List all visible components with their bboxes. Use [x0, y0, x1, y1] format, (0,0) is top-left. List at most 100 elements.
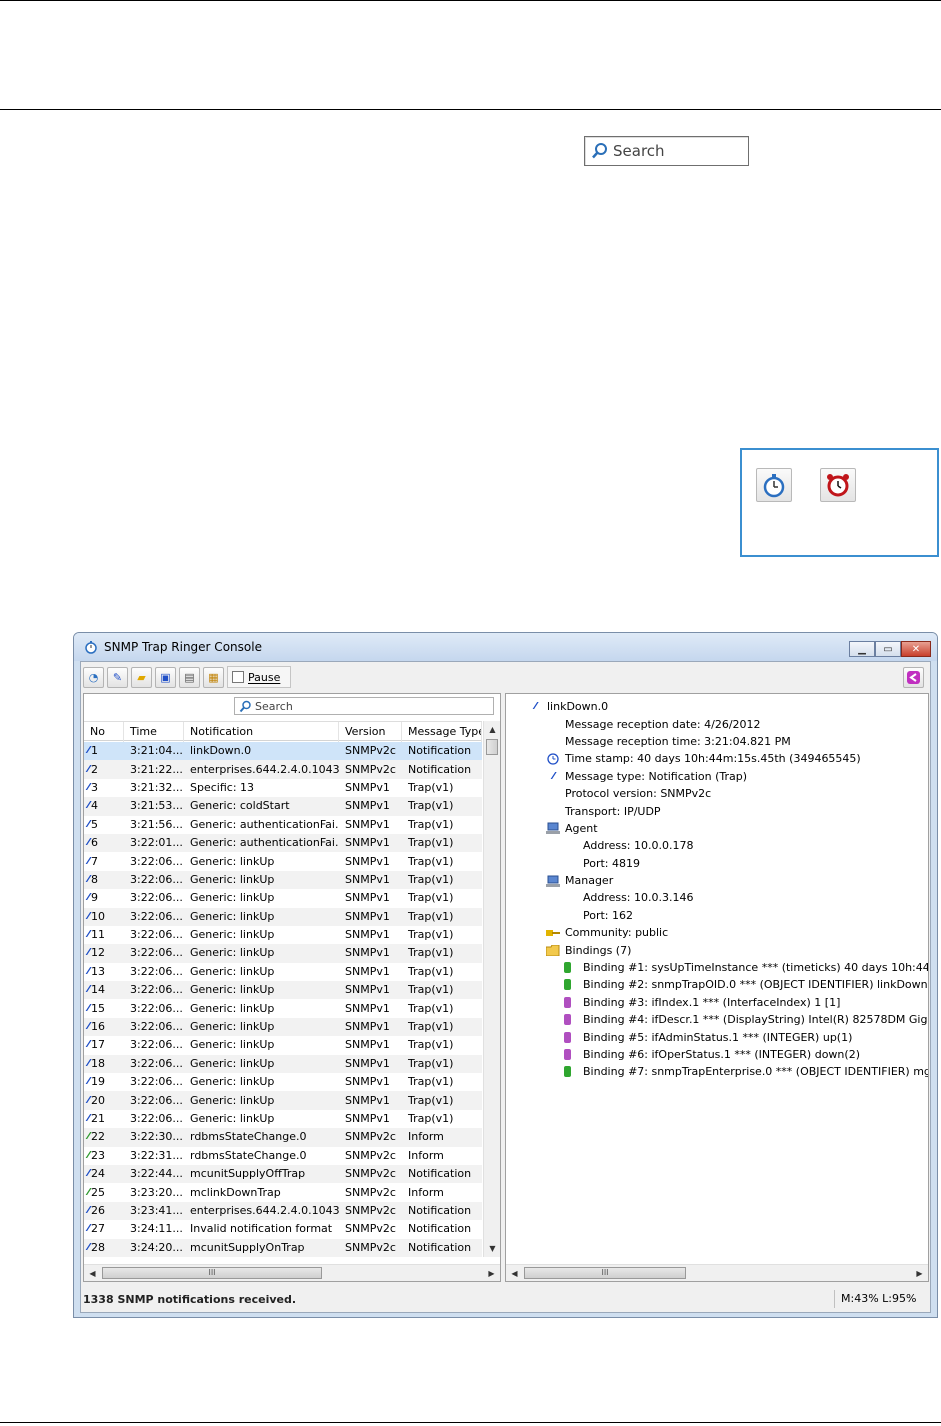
list-hscroll-thumb[interactable]: III	[102, 1267, 322, 1279]
table-row[interactable]: ⁄⁄3 3:21:32... Specific: 13 SNMPv1 Trap(v1)	[84, 779, 482, 797]
details-horizontal-scrollbar[interactable]: ◀ III ▶	[506, 1264, 928, 1281]
tree-node[interactable]: Binding #5: ifAdminStatus.1 *** (INTEGER…	[506, 1028, 928, 1045]
tree-node[interactable]: Manager	[506, 872, 928, 889]
row-number-cell: ⁄⁄9	[84, 889, 124, 907]
table-row[interactable]: ⁄⁄26 3:23:41... enterprises.644.2.4.0.1043…	[84, 1201, 482, 1221]
scroll-down-icon[interactable]: ▼	[484, 1240, 500, 1257]
minimize-button[interactable]: ▁	[849, 641, 875, 657]
table-row[interactable]: ⁄⁄21 3:22:06... Generic: linkUp SNMPv1 Trap(…	[84, 1110, 482, 1128]
ringer-toolbar-button[interactable]: ◔	[83, 666, 104, 688]
properties-toolbar-button[interactable]: ▦	[203, 666, 224, 688]
table-row[interactable]: ⁄⁄28 3:24:20... mcunitSupplyOnTrap SNMPv2c N…	[84, 1238, 482, 1257]
list-horizontal-scrollbar[interactable]: ◀ III ▶	[84, 1264, 500, 1281]
trap-icon: ⁄⁄	[546, 770, 560, 782]
ringer-button[interactable]	[756, 468, 792, 502]
table-row[interactable]: ⁄⁄11 3:22:06... Generic: linkUp SNMPv1 Trap(…	[84, 926, 482, 944]
table-row[interactable]: ⁄⁄1 3:21:04... linkDown.0 SNMPv2c Notificati…	[84, 742, 482, 761]
table-row[interactable]: ⁄⁄13 3:22:06... Generic: linkUp SNMPv1 Trap(…	[84, 963, 482, 981]
pause-checkbox[interactable]	[232, 671, 244, 683]
table-row[interactable]: ⁄⁄9 3:22:06... Generic: linkUp SNMPv1 Trap(v…	[84, 889, 482, 907]
tree-node[interactable]: Agent	[506, 820, 928, 837]
table-row[interactable]: ⁄⁄23 3:22:31... rdbmsStateChange.0 SNMPv2c I…	[84, 1147, 482, 1165]
close-button[interactable]: ✕	[901, 641, 931, 657]
alarm-button-panel	[740, 448, 939, 557]
list-vscroll-thumb[interactable]	[486, 739, 498, 755]
scroll-up-icon[interactable]: ▲	[484, 721, 500, 738]
console-window: SNMP Trap Ringer Console ▁ ▭ ✕ ◔ ✎ ▰ ▣ ▤…	[73, 632, 938, 1318]
table-row[interactable]: ⁄⁄19 3:22:06... Generic: linkUp SNMPv1 Trap(…	[84, 1073, 482, 1091]
tree-node[interactable]: ⁄⁄ Message type: Notification (Trap)	[506, 768, 928, 785]
open-toolbar-button[interactable]: ▰	[131, 666, 152, 688]
tree-node[interactable]: Time stamp: 40 days 10h:44m:15s.45th (34…	[506, 750, 928, 767]
help-toolbar-button[interactable]	[903, 667, 924, 688]
table-row[interactable]: ⁄⁄8 3:22:06... Generic: linkUp SNMPv1 Trap(v…	[84, 870, 482, 890]
list-search-input[interactable]: Search	[234, 697, 494, 715]
row-number-cell: ⁄⁄17	[84, 1036, 124, 1054]
column-header-message-type[interactable]: Message Type	[402, 722, 482, 742]
binding-purple-icon	[564, 1031, 578, 1043]
alarm-clock-button[interactable]	[820, 468, 856, 502]
binding-purple-icon	[564, 1049, 578, 1061]
tree-node[interactable]: Message reception time: 3:21:04.821 PM	[506, 733, 928, 750]
tree-node[interactable]: Message reception date: 4/26/2012	[506, 715, 928, 732]
table-row[interactable]: ⁄⁄4 3:21:53... Generic: coldStart SNMPv1 Tra…	[84, 797, 482, 816]
pause-toggle[interactable]: Pause	[227, 666, 292, 688]
tree-node[interactable]: Port: 4819	[506, 855, 928, 872]
tree-node[interactable]: Address: 10.0.3.146	[506, 889, 928, 906]
tree-node[interactable]: Binding #3: ifIndex.1 *** (InterfaceInde…	[506, 994, 928, 1011]
table-row[interactable]: ⁄⁄25 3:23:20... mclinkDownTrap SNMPv2c Infor…	[84, 1183, 482, 1201]
cell-version: SNMPv1	[345, 872, 390, 886]
tree-node-label: Address: 10.0.3.146	[583, 891, 694, 905]
table-row[interactable]: ⁄⁄7 3:22:06... Generic: linkUp SNMPv1 Trap(v…	[84, 852, 482, 870]
table-row[interactable]: ⁄⁄5 3:21:56... Generic: authenticationFai.…	[84, 816, 482, 834]
tree-node[interactable]: Binding #1: sysUpTimeInstance *** (timet…	[506, 959, 928, 976]
tree-node[interactable]: Bindings (7)	[506, 941, 928, 958]
tree-node[interactable]: ⁄⁄ linkDown.0	[506, 698, 928, 715]
search-box-sample[interactable]: Search	[584, 136, 749, 166]
print-toolbar-button[interactable]: ▤	[179, 666, 200, 688]
cell-type: Trap(v1)	[408, 964, 454, 978]
table-row[interactable]: ⁄⁄12 3:22:06... Generic: linkUp SNMPv1 Trap(…	[84, 944, 482, 963]
row-number: 7	[91, 854, 98, 868]
scroll-right-icon[interactable]: ▶	[911, 1265, 928, 1281]
table-row[interactable]: ⁄⁄18 3:22:06... Generic: linkUp SNMPv1 Trap(…	[84, 1054, 482, 1074]
title-bar[interactable]: SNMP Trap Ringer Console ▁ ▭ ✕	[74, 633, 937, 661]
table-row[interactable]: ⁄⁄2 3:21:22... enterprises.644.2.4.0.1043 S…	[84, 760, 482, 779]
tree-node[interactable]: Protocol version: SNMPv2c	[506, 785, 928, 802]
tree-node[interactable]: Community: public	[506, 924, 928, 941]
column-header-no[interactable]: No	[84, 722, 124, 742]
cell-type: Notification	[408, 762, 472, 776]
scroll-left-icon[interactable]: ◀	[506, 1265, 523, 1281]
tree-node[interactable]: Binding #2: snmpTrapOID.0 *** (OBJECT ID…	[506, 976, 928, 993]
tree-node-label: Agent	[565, 821, 598, 835]
table-row[interactable]: ⁄⁄16 3:22:06... Generic: linkUp SNMPv1 Trap(…	[84, 1017, 482, 1037]
tree-node[interactable]: Binding #7: snmpTrapEnterprise.0 *** (OB…	[506, 1063, 928, 1080]
column-header-time[interactable]: Time	[124, 722, 184, 742]
scroll-left-icon[interactable]: ◀	[84, 1265, 101, 1281]
tree-node[interactable]: Port: 162	[506, 907, 928, 924]
scroll-right-icon[interactable]: ▶	[483, 1265, 500, 1281]
save-toolbar-button[interactable]: ▣	[155, 666, 176, 688]
tree-node[interactable]: Binding #6: ifOperStatus.1 *** (INTEGER)…	[506, 1046, 928, 1063]
notification-rows: ⁄⁄1 3:21:04... linkDown.0 SNMPv2c Notificati…	[84, 742, 482, 1257]
clear-toolbar-button[interactable]: ✎	[107, 666, 128, 688]
maximize-button[interactable]: ▭	[875, 641, 901, 657]
table-row[interactable]: ⁄⁄14 3:22:06... Generic: linkUp SNMPv1 Trap(…	[84, 981, 482, 1000]
table-row[interactable]: ⁄⁄27 3:24:11... Invalid notification forma…	[84, 1220, 482, 1238]
table-row[interactable]: ⁄⁄24 3:22:44... mcunitSupplyOffTrap SNMPv2c…	[84, 1164, 482, 1184]
column-header-notification[interactable]: Notification	[184, 722, 339, 742]
tree-node[interactable]: Binding #4: ifDescr.1 *** (DisplayString…	[506, 1011, 928, 1028]
tree-node-label: Binding #1: sysUpTimeInstance *** (timet…	[583, 961, 929, 975]
table-row[interactable]: ⁄⁄22 3:22:30... rdbmsStateChange.0 SNMPv2c I…	[84, 1128, 482, 1147]
list-vertical-scrollbar[interactable]: ▲ ▼	[483, 721, 500, 1257]
tree-node[interactable]: Transport: IP/UDP	[506, 802, 928, 819]
tree-node[interactable]: Address: 10.0.0.178	[506, 837, 928, 854]
details-hscroll-thumb[interactable]: III	[524, 1267, 686, 1279]
table-row[interactable]: ⁄⁄20 3:22:06... Generic: linkUp SNMPv1 Trap(…	[84, 1091, 482, 1110]
row-number-cell: ⁄⁄24	[84, 1165, 124, 1183]
table-row[interactable]: ⁄⁄6 3:22:01... Generic: authenticationFai.…	[84, 833, 482, 853]
table-row[interactable]: ⁄⁄10 3:22:06... Generic: linkUp SNMPv1 Trap(…	[84, 907, 482, 926]
column-header-version[interactable]: Version	[339, 722, 402, 742]
table-row[interactable]: ⁄⁄17 3:22:06... Generic: linkUp SNMPv1 Trap(…	[84, 1036, 482, 1054]
table-row[interactable]: ⁄⁄15 3:22:06... Generic: linkUp SNMPv1 Trap(…	[84, 999, 482, 1017]
